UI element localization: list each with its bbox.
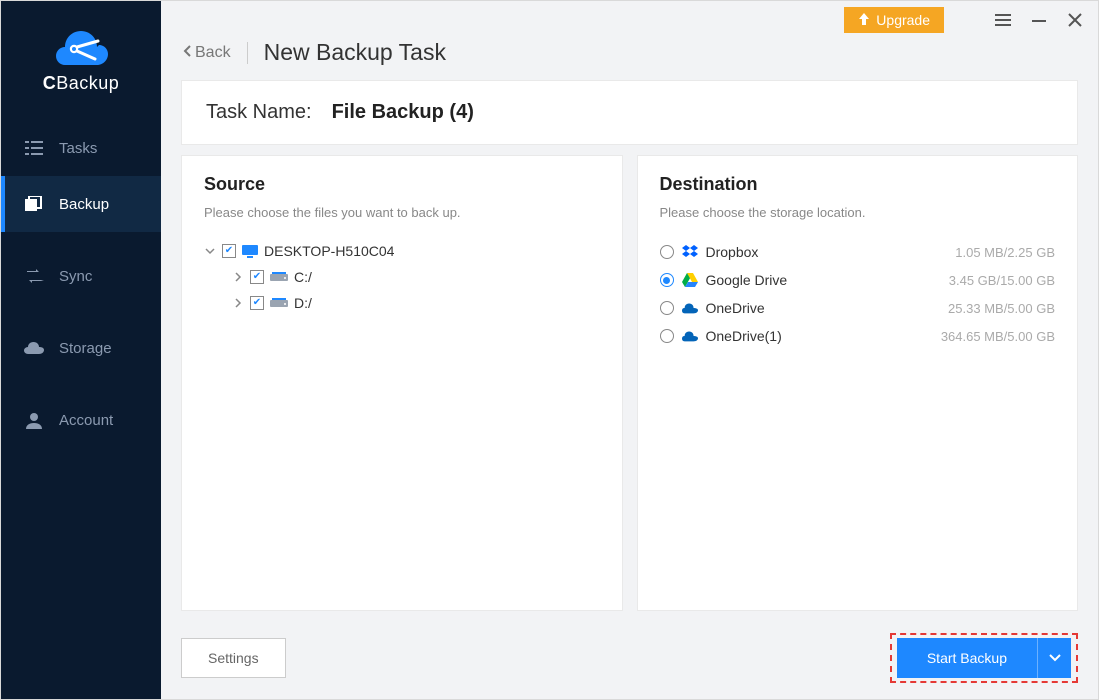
page-title: New Backup Task [264, 39, 446, 66]
breadcrumb-separator [247, 42, 248, 64]
menu-button[interactable] [988, 6, 1018, 34]
destination-name: OneDrive [706, 300, 765, 316]
start-backup-label: Start Backup [897, 638, 1037, 678]
storage-icon [23, 341, 45, 355]
sidebar-item-storage[interactable]: Storage [1, 320, 161, 376]
task-name-row: Task Name: [181, 80, 1078, 145]
backup-icon [23, 196, 45, 212]
destination-usage: 3.45 GB/15.00 GB [949, 273, 1055, 288]
destination-name: Dropbox [706, 244, 759, 260]
google-drive-icon [682, 272, 698, 288]
sidebar-item-label: Backup [59, 196, 109, 213]
app-logo-text: CBackup [43, 73, 120, 94]
destination-option[interactable]: Dropbox 1.05 MB/2.25 GB [660, 238, 1056, 266]
sidebar-item-label: Tasks [59, 140, 97, 157]
minimize-button[interactable] [1024, 6, 1054, 34]
task-name-label: Task Name: [206, 101, 312, 124]
hamburger-icon [995, 14, 1011, 26]
title-bar: Upgrade [161, 1, 1098, 39]
chevron-down-icon [1049, 654, 1061, 662]
footer: Settings Start Backup [181, 621, 1078, 683]
tree-drive[interactable]: C:/ [232, 264, 600, 290]
drive-icon [270, 297, 288, 309]
onedrive-icon [682, 328, 698, 344]
start-backup-highlight: Start Backup [890, 633, 1078, 683]
breadcrumb: Back New Backup Task [181, 37, 1078, 70]
sidebar-item-label: Storage [59, 340, 112, 357]
task-name-input[interactable] [328, 99, 688, 126]
destination-option[interactable]: OneDrive(1) 364.65 MB/5.00 GB [660, 322, 1056, 350]
destination-name: Google Drive [706, 272, 788, 288]
start-backup-button[interactable]: Start Backup [897, 638, 1071, 678]
tree-root[interactable]: DESKTOP-H510C04 [204, 238, 600, 264]
tree-root-label: DESKTOP-H510C04 [264, 243, 394, 259]
tasks-icon [23, 140, 45, 156]
sidebar-item-backup[interactable]: Backup [1, 176, 161, 232]
dropbox-icon [682, 244, 698, 260]
panels: Source Please choose the files you want … [181, 155, 1078, 611]
chevron-left-icon [183, 44, 191, 62]
chevron-down-icon[interactable] [204, 246, 216, 256]
sync-icon [23, 269, 45, 283]
upgrade-icon [858, 12, 870, 28]
upgrade-button[interactable]: Upgrade [844, 7, 944, 33]
back-label: Back [195, 44, 231, 62]
destination-hint: Please choose the storage location. [660, 205, 1056, 220]
sidebar-item-account[interactable]: Account [1, 392, 161, 448]
destination-option[interactable]: OneDrive 25.33 MB/5.00 GB [660, 294, 1056, 322]
destination-option[interactable]: Google Drive 3.45 GB/15.00 GB [660, 266, 1056, 294]
close-button[interactable] [1060, 6, 1090, 34]
sidebar-item-tasks[interactable]: Tasks [1, 120, 161, 176]
settings-button[interactable]: Settings [181, 638, 286, 678]
radio-button[interactable] [660, 329, 674, 343]
source-panel: Source Please choose the files you want … [181, 155, 623, 611]
drive-checkbox[interactable] [250, 270, 264, 284]
destination-usage: 1.05 MB/2.25 GB [955, 245, 1055, 260]
cloud-logo-icon [51, 23, 111, 65]
radio-button[interactable] [660, 273, 674, 287]
upgrade-label: Upgrade [876, 12, 930, 28]
radio-button[interactable] [660, 301, 674, 315]
source-title: Source [204, 174, 600, 195]
tree-drive-label: D:/ [294, 295, 312, 311]
source-tree: DESKTOP-H510C04 C:/ D:/ [204, 238, 600, 316]
sidebar-item-sync[interactable]: Sync [1, 248, 161, 304]
drive-icon [270, 271, 288, 283]
destination-usage: 25.33 MB/5.00 GB [948, 301, 1055, 316]
drive-checkbox[interactable] [250, 296, 264, 310]
main-content: Back New Backup Task Task Name: Source P… [161, 1, 1098, 699]
monitor-icon [242, 245, 258, 257]
destination-usage: 364.65 MB/5.00 GB [941, 329, 1055, 344]
destination-panel: Destination Please choose the storage lo… [637, 155, 1079, 611]
minimize-icon [1032, 13, 1046, 27]
radio-button[interactable] [660, 245, 674, 259]
destination-title: Destination [660, 174, 1056, 195]
chevron-right-icon[interactable] [232, 298, 244, 308]
destination-name: OneDrive(1) [706, 328, 782, 344]
tree-drive[interactable]: D:/ [232, 290, 600, 316]
start-backup-dropdown[interactable] [1037, 638, 1071, 678]
app-logo: CBackup [1, 1, 161, 120]
onedrive-icon [682, 300, 698, 316]
source-hint: Please choose the files you want to back… [204, 205, 600, 220]
account-icon [23, 411, 45, 429]
sidebar-item-label: Sync [59, 268, 92, 285]
close-icon [1068, 13, 1082, 27]
sidebar-item-label: Account [59, 412, 113, 429]
back-link[interactable]: Back [183, 44, 231, 62]
destination-list: Dropbox 1.05 MB/2.25 GB Google Drive 3.4… [660, 238, 1056, 350]
root-checkbox[interactable] [222, 244, 236, 258]
chevron-right-icon[interactable] [232, 272, 244, 282]
sidebar: CBackup Tasks Backup Sync Storage Accoun… [1, 1, 161, 699]
tree-drive-label: C:/ [294, 269, 312, 285]
